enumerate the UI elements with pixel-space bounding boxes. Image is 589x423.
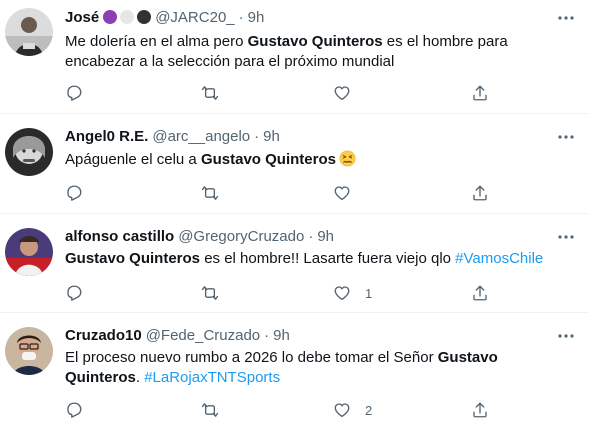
like-count: 2 — [365, 402, 373, 418]
avatar-image — [5, 8, 53, 56]
avatar[interactable] — [5, 228, 53, 276]
text-segment: es el hombre!! Lasarte fuera viejo qlo — [200, 250, 456, 267]
retweet-button[interactable] — [201, 398, 219, 422]
retweet-button[interactable] — [201, 181, 219, 205]
reply-button[interactable] — [65, 81, 83, 105]
hashtag-link[interactable]: #LaRojaxTNTSports — [144, 369, 280, 386]
retweet-icon — [201, 86, 219, 100]
avatar-image — [5, 128, 53, 176]
timestamp[interactable]: 9h — [263, 128, 280, 145]
user-handle[interactable]: @JARC20_ — [155, 9, 234, 26]
display-name[interactable]: alfonso castillo — [65, 228, 174, 245]
reply-button[interactable] — [65, 398, 83, 422]
like-button[interactable]: 2 — [333, 398, 372, 422]
like-button[interactable] — [333, 181, 365, 205]
retweet-icon — [201, 403, 219, 417]
action-bar — [65, 81, 505, 105]
separator-dot: · — [264, 326, 270, 344]
avatar-image — [5, 327, 53, 375]
tweet[interactable]: alfonso castillo @GregoryCruzado · 9h Gu… — [0, 214, 589, 313]
tweet[interactable]: José @JARC20_ · 9h Me dolería en el alma… — [0, 0, 589, 114]
highlighted-term: Gustavo Quinteros — [200, 151, 336, 168]
avatar[interactable] — [5, 8, 53, 56]
reply-button[interactable] — [65, 281, 83, 305]
reply-icon — [67, 85, 82, 101]
separator-dot: · — [238, 8, 244, 26]
share-icon — [473, 285, 487, 301]
tweet-header: Angel0 R.E. @arc__angelo · 9h — [65, 126, 280, 146]
more-dots-icon[interactable] — [557, 228, 575, 246]
timestamp[interactable]: 9h — [248, 9, 265, 26]
separator-dot: · — [254, 127, 260, 145]
more-dots-icon[interactable] — [557, 128, 575, 146]
heart-icon — [334, 403, 350, 418]
white-circle-icon — [120, 10, 135, 24]
action-bar: 2 — [65, 398, 505, 422]
heart-icon — [334, 186, 350, 201]
share-button[interactable] — [471, 181, 489, 205]
separator-dot: · — [308, 227, 314, 245]
heart-icon — [334, 286, 350, 301]
like-count: 1 — [365, 285, 373, 301]
more-dots-icon[interactable] — [557, 9, 575, 27]
action-bar: 1 — [65, 281, 505, 305]
hashtag-link[interactable]: #VamosChile — [455, 250, 543, 267]
text-segment: . — [135, 369, 145, 386]
share-icon — [473, 185, 487, 201]
user-handle[interactable]: @GregoryCruzado — [178, 228, 304, 245]
avatar-image — [5, 228, 53, 276]
avatar[interactable] — [5, 327, 53, 375]
tweet-header: alfonso castillo @GregoryCruzado · 9h — [65, 226, 334, 246]
user-handle[interactable]: @Fede_Cruzado — [146, 327, 260, 344]
text-segment: Me dolería en el alma pero — [65, 33, 248, 50]
retweet-icon — [201, 286, 219, 300]
reply-icon — [67, 285, 82, 301]
avatar[interactable] — [5, 128, 53, 176]
display-name[interactable]: Angel0 R.E. — [65, 128, 148, 145]
like-button[interactable] — [333, 81, 365, 105]
tweet-text: El proceso nuevo rumbo a 2026 lo debe to… — [65, 348, 575, 388]
action-bar — [65, 181, 505, 205]
tweet[interactable]: Angel0 R.E. @arc__angelo · 9h Apáguenle … — [0, 114, 589, 214]
text-segment: Apáguenle el celu a — [65, 151, 201, 168]
share-button[interactable] — [471, 281, 489, 305]
timestamp[interactable]: 9h — [317, 228, 334, 245]
heart-icon — [334, 86, 350, 101]
more-dots-icon[interactable] — [557, 327, 575, 345]
user-handle[interactable]: @arc__angelo — [152, 128, 250, 145]
reply-icon — [67, 185, 82, 201]
share-icon — [473, 85, 487, 101]
confounded-face-emoji-icon — [339, 150, 356, 167]
display-name[interactable]: Cruzado10 — [65, 327, 142, 344]
retweet-button[interactable] — [201, 281, 219, 305]
black-circle-icon — [137, 10, 152, 24]
highlighted-term: Gustavo Quinteros — [65, 250, 201, 267]
tweet-header: José @JARC20_ · 9h — [65, 7, 264, 27]
tweet-timeline: José @JARC20_ · 9h Me dolería en el alma… — [0, 0, 589, 423]
reply-icon — [67, 402, 82, 418]
like-button[interactable]: 1 — [333, 281, 372, 305]
reply-button[interactable] — [65, 181, 83, 205]
tweet-text: Me dolería en el alma pero Gustavo Quint… — [65, 32, 575, 72]
timestamp[interactable]: 9h — [273, 327, 290, 344]
tweet[interactable]: Cruzado10 @Fede_Cruzado · 9h El proceso … — [0, 313, 589, 423]
tweet-header: Cruzado10 @Fede_Cruzado · 9h — [65, 325, 290, 345]
text-segment: El proceso nuevo rumbo a 2026 lo debe to… — [65, 349, 438, 366]
retweet-button[interactable] — [201, 81, 219, 105]
tweet-text: Gustavo Quinteros es el hombre!! Lasarte… — [65, 249, 575, 269]
share-button[interactable] — [471, 398, 489, 422]
name-emoji-badges — [103, 10, 152, 24]
display-name[interactable]: José — [65, 9, 99, 26]
tweet-text: Apáguenle el celu a Gustavo Quinteros — [65, 150, 575, 170]
retweet-icon — [201, 186, 219, 200]
share-button[interactable] — [471, 81, 489, 105]
share-icon — [473, 402, 487, 418]
highlighted-term: Gustavo Quinteros — [247, 33, 383, 50]
grape-emoji-icon — [103, 10, 118, 24]
